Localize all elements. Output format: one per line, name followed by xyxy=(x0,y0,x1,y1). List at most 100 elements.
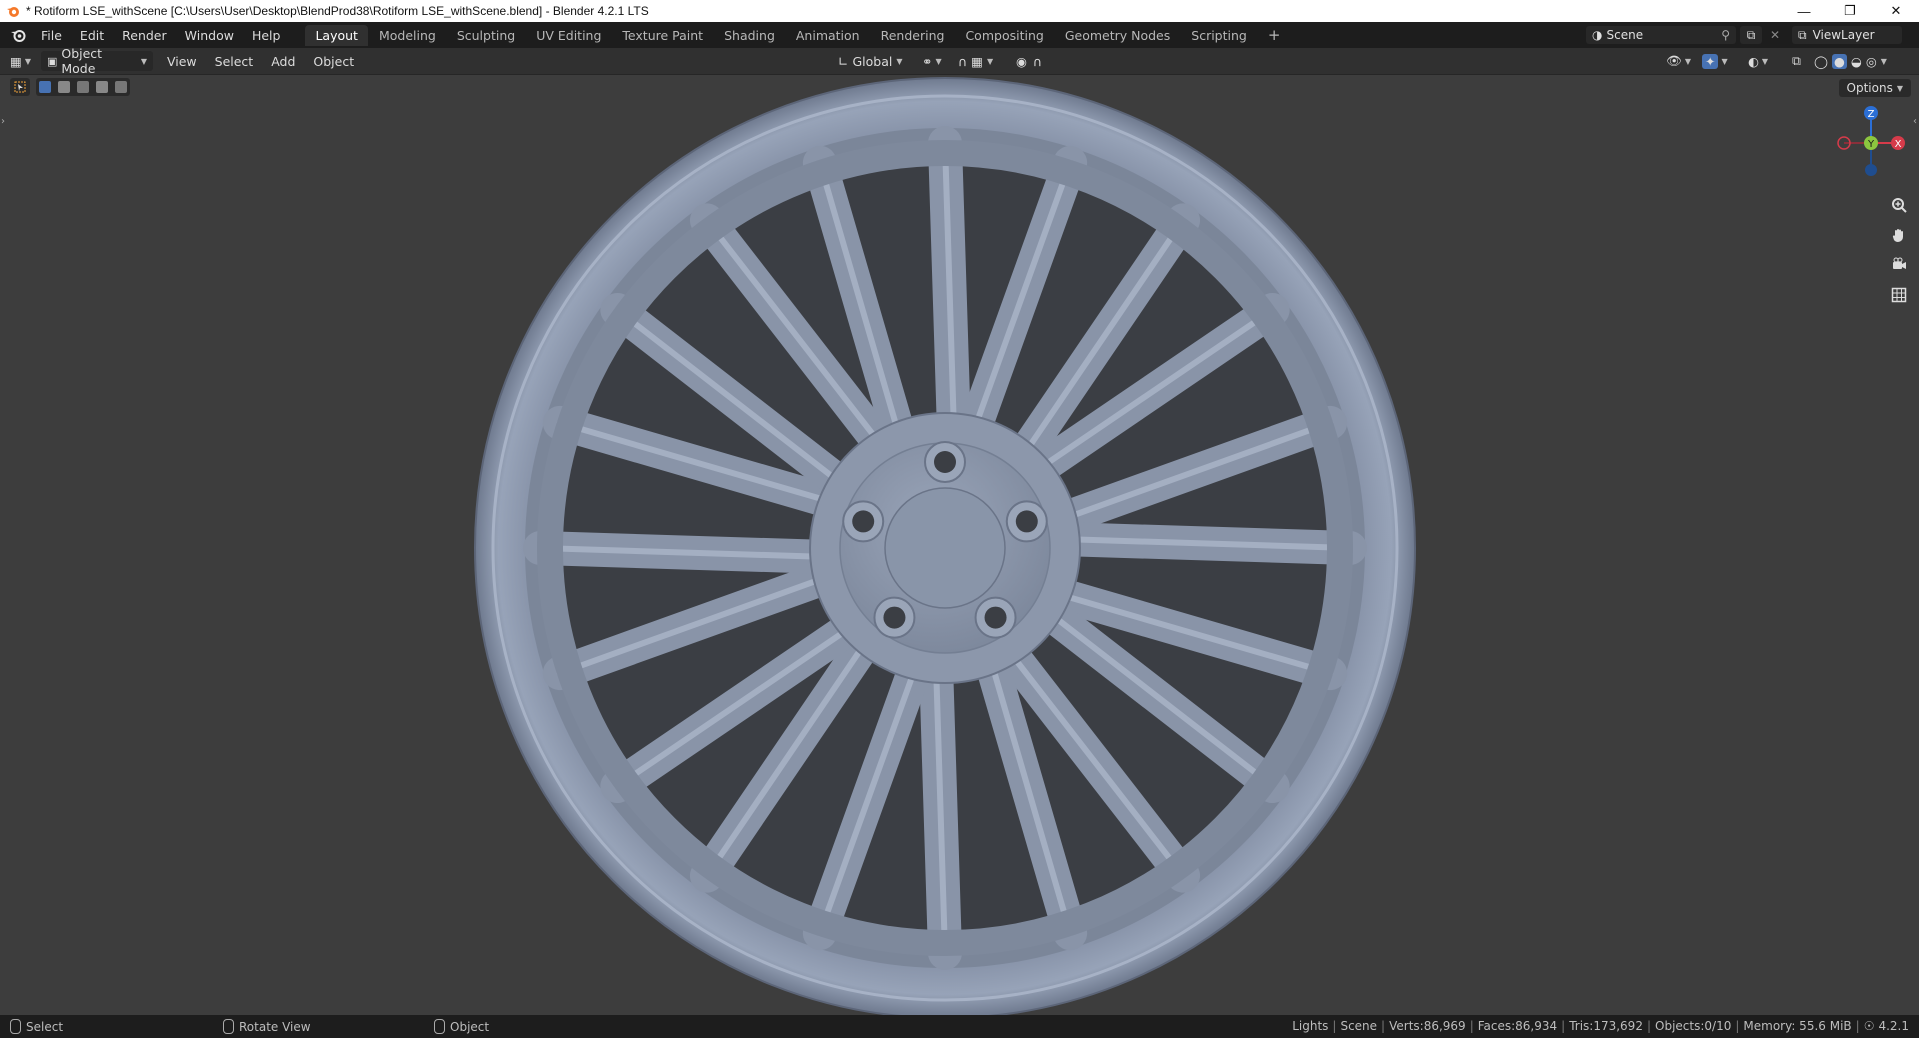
gizmo-icon: ✦ xyxy=(1702,53,1719,69)
tab-shading[interactable]: Shading xyxy=(714,25,785,46)
view-layer-name: ViewLayer xyxy=(1812,28,1875,42)
top-bar: File Edit Render Window Help Layout Mode… xyxy=(0,22,1919,48)
select-tool-icon[interactable] xyxy=(10,78,30,96)
sidebar-expand-icon[interactable]: ‹ xyxy=(1913,116,1917,127)
menu-add[interactable]: Add xyxy=(271,51,295,71)
material-shading-icon[interactable]: ◒ xyxy=(1851,54,1862,69)
tab-sculpting[interactable]: Sculpting xyxy=(447,25,525,46)
toolbar-expand-icon[interactable]: › xyxy=(1,116,5,127)
mode-dropdown[interactable]: ▣ Object Mode ▼ xyxy=(40,46,153,76)
select-extend-icon[interactable] xyxy=(58,81,71,93)
mouse-left-icon xyxy=(10,1019,21,1034)
view-layer-icon: ⧉ xyxy=(1798,27,1807,42)
select-invert-icon[interactable] xyxy=(95,81,108,93)
tab-texture-paint[interactable]: Texture Paint xyxy=(612,25,713,46)
mode-label: Object Mode xyxy=(61,46,103,76)
shading-modes: ◯ ● ◒ ◎ ▼ xyxy=(1814,53,1887,69)
lug-hole xyxy=(852,510,875,533)
transform-orientation-dropdown[interactable]: ∟ Global ▼ xyxy=(838,51,903,71)
network-icon: ☉ xyxy=(1863,1019,1875,1033)
lug-hole xyxy=(1015,510,1038,533)
menu-window[interactable]: Window xyxy=(176,28,243,43)
proportional-edit-icon[interactable]: ◉ xyxy=(1016,54,1027,69)
menu-view[interactable]: View xyxy=(167,51,197,71)
zoom-icon[interactable] xyxy=(1887,193,1911,217)
wireframe-shading-icon[interactable]: ◯ xyxy=(1814,54,1828,69)
xray-toggle[interactable]: ⧉ xyxy=(1792,51,1801,71)
status-select: Select xyxy=(10,1019,63,1034)
blender-app-icon xyxy=(7,7,19,17)
overlay-icon: ◐ xyxy=(1748,53,1759,69)
select-new-icon[interactable] xyxy=(39,81,52,93)
stat-faces: Faces:86,934 xyxy=(1477,1019,1558,1033)
tab-geometry-nodes[interactable]: Geometry Nodes xyxy=(1055,25,1180,46)
tab-compositing[interactable]: Compositing xyxy=(955,25,1053,46)
navigation-gizmo[interactable]: Z X Y xyxy=(1826,98,1916,188)
ortho-grid-icon[interactable] xyxy=(1887,283,1911,307)
window-titlebar: * Rotiform LSE_withScene [C:\Users\User\… xyxy=(0,0,1919,22)
minimize-button[interactable]: — xyxy=(1781,0,1827,22)
rendered-shading-icon[interactable]: ◎ xyxy=(1866,54,1877,69)
mouse-right-icon xyxy=(434,1019,445,1034)
proportional-editing[interactable]: ◉ ∩ xyxy=(1016,51,1042,71)
scene-statistics: Lights | Scene | Verts:86,969 | Faces:86,93… xyxy=(1292,1019,1909,1033)
camera-view-icon[interactable] xyxy=(1887,253,1911,277)
mouse-middle-icon xyxy=(223,1019,234,1034)
view-layer-selector[interactable]: ⧉ ViewLayer xyxy=(1792,26,1902,44)
gizmo-toggle[interactable]: ✦ ▼ xyxy=(1702,51,1728,71)
window-title: * Rotiform LSE_withScene [C:\Users\User\… xyxy=(26,4,649,18)
menu-render[interactable]: Render xyxy=(113,28,176,43)
tab-uv-editing[interactable]: UV Editing xyxy=(526,25,611,46)
scene-icon: ◑ xyxy=(1592,28,1603,42)
new-scene-icon[interactable]: ⧉ xyxy=(1740,26,1762,44)
stat-objects: Objects:0/10 xyxy=(1655,1019,1732,1033)
options-label: Options xyxy=(1846,81,1893,95)
menu-help[interactable]: Help xyxy=(243,28,290,43)
snap-icon[interactable]: ∩ xyxy=(958,54,967,69)
lug-hole xyxy=(883,606,906,629)
gizmo-y-label: Y xyxy=(1867,139,1875,150)
xray-icon: ⧉ xyxy=(1792,53,1801,68)
menu-edit[interactable]: Edit xyxy=(71,28,113,43)
pivot-icon: ⚭ xyxy=(922,53,933,69)
tab-layout[interactable]: Layout xyxy=(305,24,368,46)
lug-hole xyxy=(934,451,956,473)
visibility-dropdown[interactable]: 👁 ▼ xyxy=(1666,51,1691,71)
solid-shading-icon[interactable]: ● xyxy=(1832,53,1847,69)
editor-type-button[interactable]: ▦ ▼ xyxy=(10,51,31,71)
delete-scene-icon[interactable]: ✕ xyxy=(1766,26,1784,44)
tab-rendering[interactable]: Rendering xyxy=(871,25,955,46)
falloff-icon[interactable]: ∩ xyxy=(1033,54,1042,69)
viewport-header: ▦ ▼ ▣ Object Mode ▼ View Select Add Objec… xyxy=(0,46,1919,76)
add-workspace-icon[interactable]: + xyxy=(1258,23,1291,47)
close-window-button[interactable]: ✕ xyxy=(1873,0,1919,22)
snap-target-icon[interactable]: ▦ xyxy=(971,54,983,69)
selection-mode-icons xyxy=(36,78,130,96)
object-mode-icon: ▣ xyxy=(46,54,58,68)
wheel-model[interactable] xyxy=(0,75,1919,1015)
status-bar: Select Rotate View Object Lights | Scene |… xyxy=(0,1015,1919,1038)
pivot-dropdown[interactable]: ⚭ ▼ xyxy=(922,51,942,71)
menu-select[interactable]: Select xyxy=(215,51,254,71)
stat-scene: Scene xyxy=(1340,1019,1378,1033)
select-subtract-icon[interactable] xyxy=(76,81,89,93)
orientation-label: Global xyxy=(852,53,893,69)
3d-viewport[interactable]: Z X Y xyxy=(0,75,1919,1015)
pan-hand-icon[interactable] xyxy=(1887,223,1911,247)
blender-logo-icon[interactable] xyxy=(10,27,26,43)
scene-selector[interactable]: ◑ Scene ⚲ xyxy=(1586,26,1736,44)
tab-animation[interactable]: Animation xyxy=(786,25,870,46)
menu-object[interactable]: Object xyxy=(313,51,354,71)
pin-icon[interactable]: ⚲ xyxy=(1721,28,1730,42)
overlay-toggle[interactable]: ◐ ▼ xyxy=(1748,51,1768,71)
options-dropdown[interactable]: Options ▼ xyxy=(1838,79,1911,97)
menu-file[interactable]: File xyxy=(32,28,71,43)
stat-verts: Verts:86,969 xyxy=(1389,1019,1466,1033)
snap-controls[interactable]: ∩ ▦ ▼ xyxy=(958,51,993,71)
gizmo-neg-z-axis[interactable] xyxy=(1865,164,1877,176)
center-cap xyxy=(884,487,1006,609)
restore-button[interactable]: ❐ xyxy=(1827,0,1873,22)
tab-modeling[interactable]: Modeling xyxy=(369,25,446,46)
select-intersect-icon[interactable] xyxy=(114,81,127,93)
tab-scripting[interactable]: Scripting xyxy=(1181,25,1257,46)
